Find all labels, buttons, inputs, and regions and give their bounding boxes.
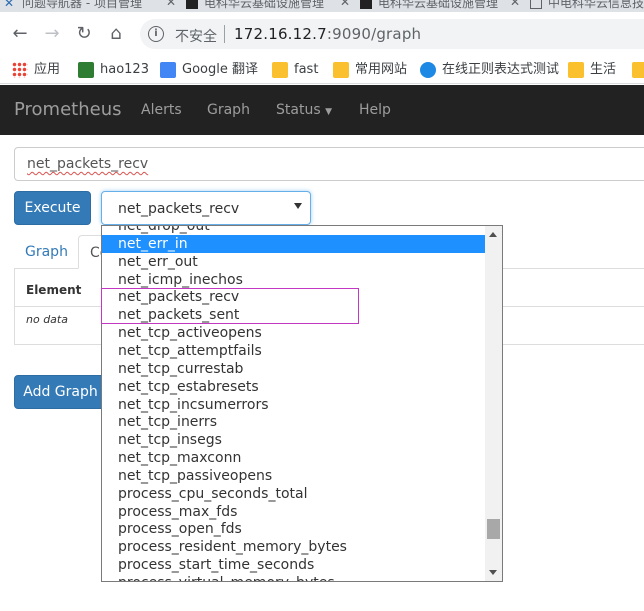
insecure-label: 不安全 <box>175 29 217 45</box>
url-text[interactable]: 172.16.12.7:9090/graph <box>234 25 421 43</box>
bookmarks-bar: 应用 hao123 Google 翻译 fast 常用网站 在线正则表达式测试 … <box>0 56 644 84</box>
brand-link[interactable]: Prometheus <box>14 99 122 120</box>
dropdown-scrollbar[interactable] <box>485 226 502 581</box>
browser-toolbar: ← → ↻ ⌂ i 不安全 172.16.12.7:9090/graph <box>0 12 644 56</box>
google-translate-icon <box>160 62 176 78</box>
dropdown-option[interactable]: net_tcp_estabresets <box>102 378 486 396</box>
dropdown-option[interactable]: process_virtual_memory_bytes <box>102 574 486 581</box>
select-value: net_packets_recv <box>118 201 240 217</box>
bookmark-hao123[interactable]: hao123 <box>78 61 149 79</box>
tab-title: 问题导航器 - 项目管理 <box>22 0 142 10</box>
folder-icon <box>632 62 644 78</box>
add-graph-button[interactable]: Add Graph <box>14 375 107 409</box>
hao123-icon <box>78 62 94 78</box>
tab-favicon-icon <box>530 0 542 9</box>
apps-grid-icon <box>12 62 28 78</box>
dropdown-option[interactable]: process_cpu_seconds_total <box>102 485 486 503</box>
expression-input[interactable]: net_packets_recv <box>14 147 644 181</box>
dropdown-option[interactable]: process_open_fds <box>102 520 486 538</box>
dropdown-option[interactable]: process_start_time_seconds <box>102 556 486 574</box>
dropdown-option[interactable]: net_icmp_inechos <box>102 271 486 289</box>
table-header-element: Element <box>26 283 82 297</box>
bookmark-label: fast <box>294 62 319 77</box>
bookmark-google-translate[interactable]: Google 翻译 <box>160 61 258 79</box>
dropdown-option[interactable]: net_tcp_attemptfails <box>102 342 486 360</box>
address-separator <box>224 25 225 43</box>
forward-arrow-icon[interactable]: → <box>40 22 64 46</box>
site-info-icon[interactable]: i <box>148 26 164 42</box>
dropdown-option[interactable]: process_max_fds <box>102 503 486 521</box>
nav-alerts[interactable]: Alerts <box>141 102 182 118</box>
tab-title: 中电科华云信息技术 <box>548 0 644 10</box>
insert-metric-select[interactable]: net_packets_recv <box>101 191 311 225</box>
browser-tab[interactable]: 电科华云基础设施管理 ✕ <box>182 0 354 12</box>
folder-icon <box>272 62 288 78</box>
expression-text: net_packets_recv <box>27 156 149 172</box>
bookmark-label: 在线正则表达式测试 <box>442 62 560 77</box>
back-arrow-icon[interactable]: ← <box>8 22 32 46</box>
folder-icon <box>333 62 349 78</box>
bookmark-more[interactable] <box>632 61 644 79</box>
metric-dropdown-list[interactable]: net_drop_out net_err_in net_err_out net_icm… <box>101 225 503 582</box>
url-host: 172.16.12.7 <box>234 25 327 43</box>
scrollbar-thumb[interactable] <box>487 519 500 539</box>
nav-status-label: Status <box>276 102 321 118</box>
dropdown-option[interactable]: net_packets_sent <box>102 306 486 324</box>
dropdown-option[interactable]: net_tcp_incsumerrors <box>102 396 486 414</box>
folder-icon <box>568 62 584 78</box>
execute-button[interactable]: Execute <box>14 191 91 225</box>
bookmark-label: 生活 <box>590 62 617 77</box>
address-bar[interactable]: i 不安全 172.16.12.7:9090/graph <box>140 19 644 49</box>
close-tab-icon[interactable]: ✕ <box>166 0 176 9</box>
bookmark-common-sites[interactable]: 常用网站 <box>333 61 407 79</box>
scroll-down-arrow-icon[interactable] <box>489 570 497 575</box>
bookmark-fast[interactable]: fast <box>272 61 318 79</box>
dropdown-option[interactable]: net_tcp_insegs <box>102 431 486 449</box>
tab-favicon-icon <box>186 0 198 9</box>
close-tab-icon[interactable]: ✕ <box>340 0 350 9</box>
dropdown-option[interactable]: net_tcp_passiveopens <box>102 467 486 485</box>
browser-tab[interactable]: ✕ 问题导航器 - 项目管理 ✕ <box>0 0 180 12</box>
bookmark-regex-test[interactable]: 在线正则表达式测试 <box>420 61 559 79</box>
nav-status[interactable]: Status ▼ <box>276 102 332 118</box>
tab-favicon-icon: ✕ <box>4 0 15 10</box>
scroll-up-arrow-icon[interactable] <box>489 232 497 237</box>
dropdown-option[interactable]: net_packets_recv <box>102 288 486 306</box>
dropdown-option[interactable]: net_tcp_currestab <box>102 360 486 378</box>
browser-tab[interactable]: 中电科华云信息技术 <box>526 0 644 12</box>
tab-graph[interactable]: Graph <box>14 235 79 269</box>
dropdown-option[interactable]: net_err_out <box>102 253 486 271</box>
bookmark-label: Google 翻译 <box>182 62 258 77</box>
reload-icon[interactable]: ↻ <box>72 22 96 46</box>
regex-site-icon <box>420 62 436 78</box>
tab-title: 电科华云基础设施管理 <box>204 0 325 10</box>
bookmark-life[interactable]: 生活 <box>568 61 616 79</box>
home-icon[interactable]: ⌂ <box>104 22 128 46</box>
bookmark-label: 常用网站 <box>355 62 408 77</box>
tab-title: 电科华云基础设施管理 <box>378 0 499 10</box>
caret-down-icon: ▼ <box>325 107 332 117</box>
browser-tabstrip: ✕ 问题导航器 - 项目管理 ✕ 电科华云基础设施管理 ✕ 电科华云基础设施管理… <box>0 0 644 12</box>
dropdown-option[interactable]: process_resident_memory_bytes <box>102 538 486 556</box>
dropdown-option[interactable]: net_tcp_activeopens <box>102 324 486 342</box>
browser-tab[interactable]: 电科华云基础设施管理 ✕ <box>356 0 524 12</box>
dropdown-option[interactable]: net_tcp_maxconn <box>102 449 486 467</box>
dropdown-arrow-icon <box>294 203 302 209</box>
close-tab-icon[interactable]: ✕ <box>510 0 520 9</box>
bookmark-apps[interactable]: 应用 <box>12 61 60 79</box>
no-data-text: no data <box>26 313 68 326</box>
prometheus-navbar: Prometheus Alerts Graph Status ▼ Help <box>0 85 644 135</box>
dropdown-option[interactable]: net_tcp_inerrs <box>102 413 486 431</box>
bookmark-label: 应用 <box>34 62 61 77</box>
dropdown-option[interactable]: net_err_in <box>102 234 486 253</box>
tab-favicon-icon <box>360 0 372 9</box>
bookmark-label: hao123 <box>100 62 149 77</box>
dropdown-option[interactable]: net_drop_out <box>102 226 486 235</box>
url-path: :9090/graph <box>326 25 422 43</box>
nav-graph[interactable]: Graph <box>207 102 250 118</box>
nav-help[interactable]: Help <box>359 102 391 118</box>
